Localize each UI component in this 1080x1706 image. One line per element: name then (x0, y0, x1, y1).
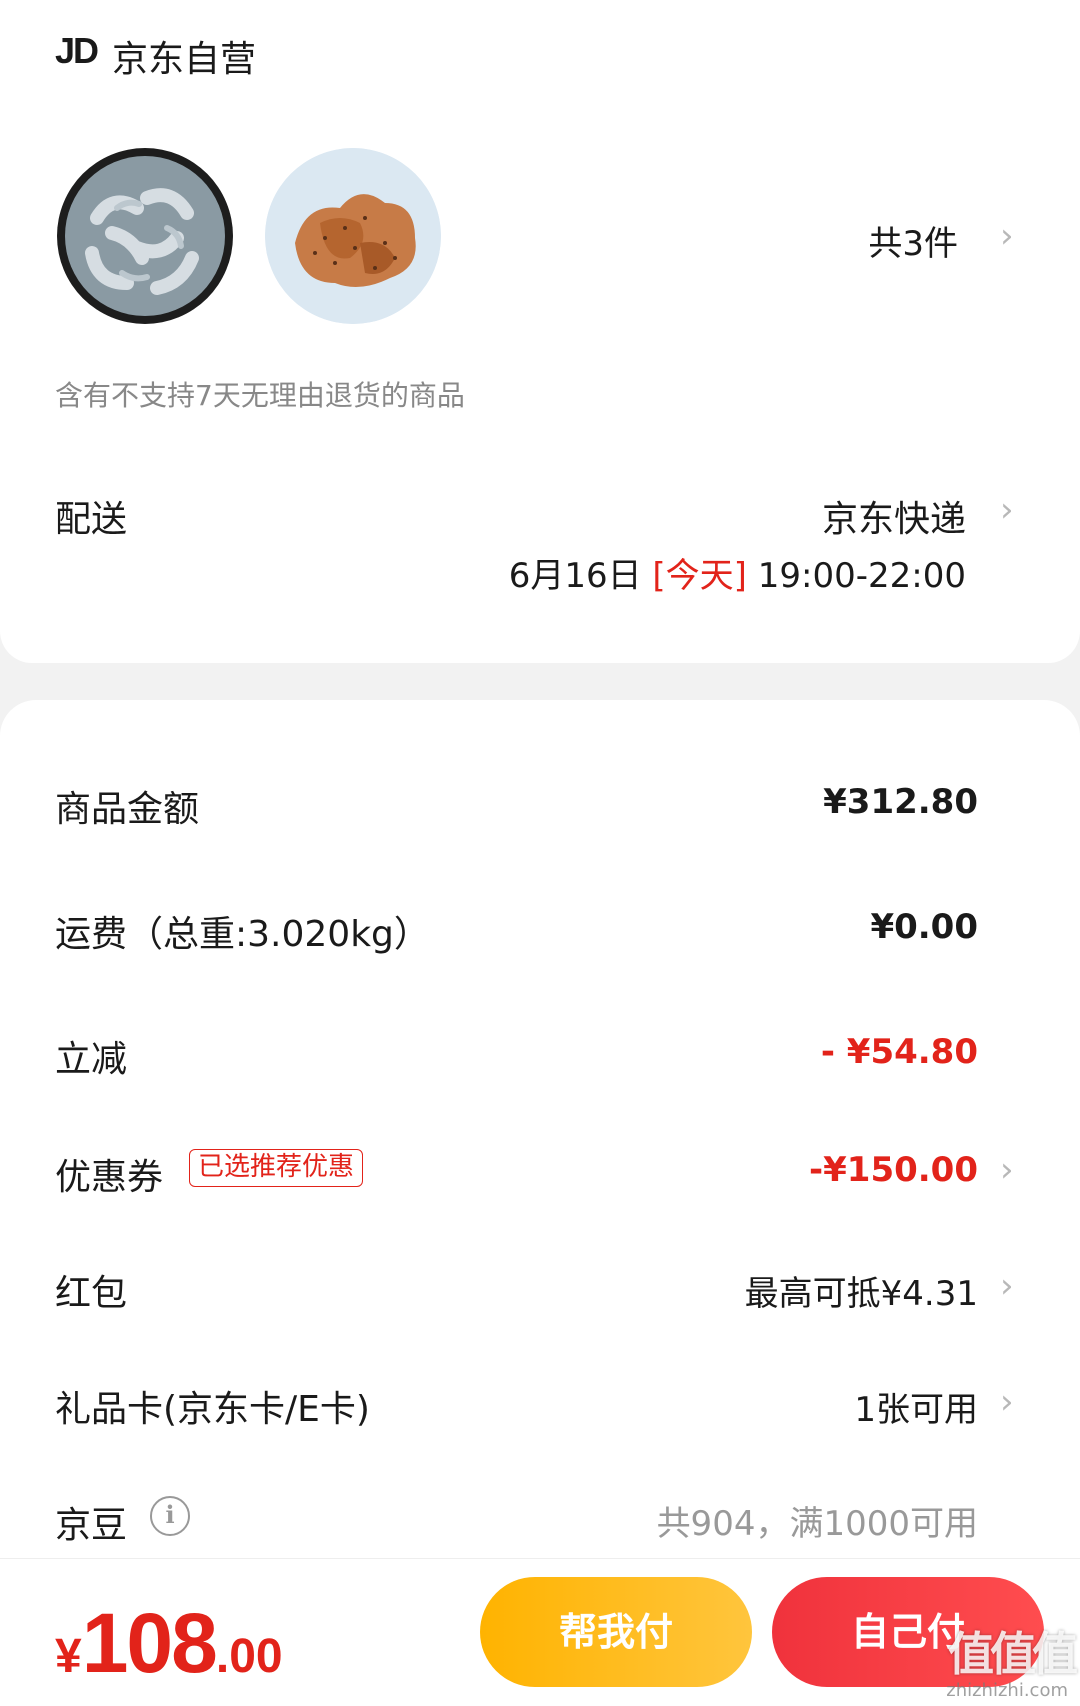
shipping-method[interactable]: 京东快递 (822, 490, 966, 542)
chevron-right-icon[interactable]: › (1000, 1266, 1014, 1306)
gift-card-label: 礼品卡(京东卡/E卡) (55, 1389, 370, 1430)
store-card: JD 京东自营 共3件 › 含有不支持7天无理由退货的商品 配送 京东快递 › … (0, 0, 1080, 663)
shipping-label: 配送 (55, 499, 128, 540)
goods-amount-label: 商品金额 (55, 789, 200, 830)
watermark: 值值值 (948, 1627, 1078, 1681)
gift-card-value[interactable]: 1张可用 (854, 1382, 978, 1431)
jingdou-label: 京豆 (55, 1505, 128, 1546)
chevron-right-icon[interactable]: › (1000, 490, 1014, 530)
coupon-recommended-badge: 已选推荐优惠 (189, 1149, 364, 1187)
chevron-right-icon[interactable]: › (1000, 1150, 1014, 1190)
price-summary-card (0, 700, 1080, 1706)
shipping-date: 6月16日 (508, 556, 642, 596)
currency-symbol: ¥ (55, 1630, 82, 1683)
instant-discount-value: - ¥54.80 (820, 1032, 978, 1072)
shipping-today-tag: [今天] (652, 556, 747, 596)
shipping-time[interactable]: 6月16日 [今天] 19:00-22:00 (509, 548, 966, 597)
store-name: 京东自营 (112, 39, 257, 80)
info-icon[interactable]: i (150, 1496, 190, 1536)
item-count[interactable]: 共3件 (868, 216, 958, 265)
red-packet-label: 红包 (55, 1273, 128, 1314)
chevron-right-icon[interactable]: › (1000, 216, 1014, 256)
watermark-url: zhizhizhi.com (946, 1680, 1068, 1701)
return-policy-notice: 含有不支持7天无理由退货的商品 (55, 379, 465, 412)
freight-label: 运费（总重:3.020kg） (55, 914, 430, 955)
coupon-label: 优惠券 (55, 1157, 164, 1198)
coupon-value[interactable]: -¥150.00 (809, 1150, 978, 1190)
total-integer: 108 (81, 1596, 218, 1690)
total-decimal: .00 (215, 1630, 283, 1683)
chicken-cutlet-product-image[interactable] (265, 148, 441, 324)
shrimp-product-image[interactable] (57, 148, 233, 324)
checkout-bar: ¥108.00 帮我付 自己付 (0, 1558, 1080, 1706)
help-me-pay-button[interactable]: 帮我付 (480, 1577, 752, 1687)
instant-discount-label: 立减 (55, 1039, 128, 1080)
total-price: ¥108.00 (55, 1595, 283, 1692)
chevron-right-icon[interactable]: › (1000, 1382, 1014, 1422)
jingdou-value: 共904，满1000可用 (656, 1504, 978, 1544)
goods-amount-value: ¥312.80 (823, 782, 978, 822)
shipping-time-range: 19:00-22:00 (757, 556, 966, 596)
red-packet-value[interactable]: 最高可抵¥4.31 (745, 1266, 978, 1315)
jd-logo: JD (55, 30, 99, 71)
freight-value: ¥0.00 (870, 907, 978, 947)
